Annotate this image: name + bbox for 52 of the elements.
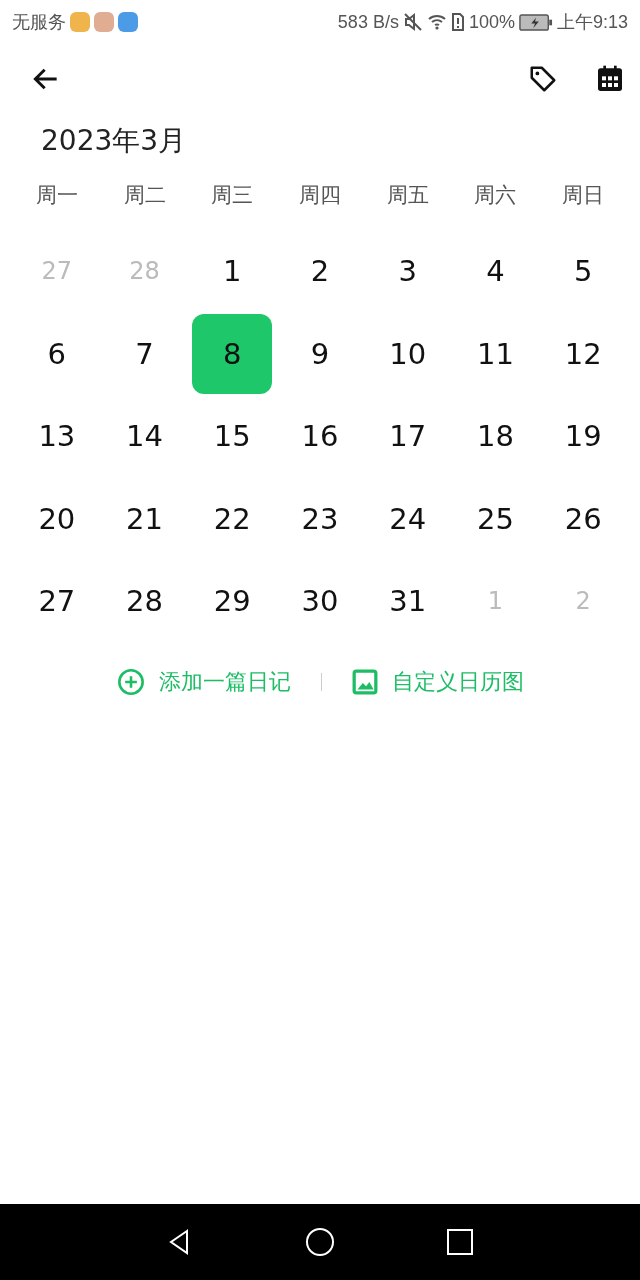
mute-icon bbox=[402, 12, 423, 32]
battery-percent-text: 100% bbox=[468, 11, 515, 33]
weekday-label: 周四 bbox=[299, 182, 341, 209]
calendar-day[interactable]: 19 bbox=[543, 396, 624, 477]
weekday-label: 周日 bbox=[562, 182, 605, 209]
plus-circle-icon bbox=[116, 667, 145, 696]
battery-icon bbox=[518, 13, 553, 31]
time-text: 上午9:13 bbox=[556, 11, 628, 34]
calendar-day[interactable]: 7 bbox=[104, 313, 185, 394]
calendar-day[interactable]: 3 bbox=[367, 231, 448, 312]
weekday-label: 周五 bbox=[386, 182, 429, 209]
calendar-day[interactable]: 30 bbox=[280, 561, 360, 642]
sim-icon bbox=[450, 12, 465, 32]
month-title: 2023年3月 bbox=[40, 123, 188, 159]
recents-nav-icon[interactable] bbox=[445, 1227, 475, 1257]
calendar-day[interactable]: 16 bbox=[280, 396, 360, 477]
calendar-day[interactable]: 12 bbox=[543, 313, 624, 394]
weekday-label: 周一 bbox=[35, 182, 78, 209]
calendar-day[interactable]: 27 bbox=[16, 561, 97, 642]
weekday-label: 周三 bbox=[211, 182, 254, 209]
calendar-day[interactable]: 20 bbox=[16, 478, 97, 559]
calendar-day[interactable]: 13 bbox=[16, 396, 97, 477]
calendar-day[interactable]: 28 bbox=[104, 561, 185, 642]
wifi-icon bbox=[426, 12, 447, 32]
home-nav-icon[interactable] bbox=[305, 1227, 335, 1257]
calendar-day[interactable]: 25 bbox=[455, 478, 536, 559]
calendar-day[interactable]: 4 bbox=[455, 231, 536, 312]
selected-day[interactable]: 8 bbox=[192, 313, 273, 394]
tag-icon[interactable] bbox=[528, 64, 558, 94]
calendar-day[interactable]: 31 bbox=[367, 561, 448, 642]
calendar-day[interactable]: 5 bbox=[543, 231, 624, 312]
calendar-day[interactable]: 9 bbox=[280, 313, 360, 394]
calendar-day[interactable]: 23 bbox=[280, 478, 360, 559]
calendar-day[interactable]: 15 bbox=[192, 396, 273, 477]
calendar-day[interactable]: 22 bbox=[192, 478, 273, 559]
calendar-day[interactable]: 6 bbox=[16, 313, 97, 394]
calendar-day[interactable]: 24 bbox=[367, 478, 448, 559]
calendar-day[interactable]: 11 bbox=[455, 313, 536, 394]
weekday-label: 周二 bbox=[123, 182, 166, 209]
calendar-day[interactable]: 18 bbox=[455, 396, 536, 477]
carrier-text: 无服务 bbox=[12, 11, 66, 34]
calendar-day[interactable]: 14 bbox=[104, 396, 185, 477]
weekday-label: 周六 bbox=[474, 182, 517, 209]
network-speed-text: 583 B/s bbox=[337, 11, 399, 33]
calendar-day[interactable]: 1 bbox=[192, 231, 273, 312]
calendar-day[interactable]: 17 bbox=[367, 396, 448, 477]
calendar-day[interactable]: 26 bbox=[543, 478, 624, 559]
calendar-day[interactable]: 2 bbox=[280, 231, 360, 312]
calendar-day[interactable]: 21 bbox=[104, 478, 185, 559]
calendar-day[interactable]: 10 bbox=[367, 313, 448, 394]
calendar-day[interactable]: 29 bbox=[192, 561, 273, 642]
image-icon bbox=[351, 668, 378, 695]
